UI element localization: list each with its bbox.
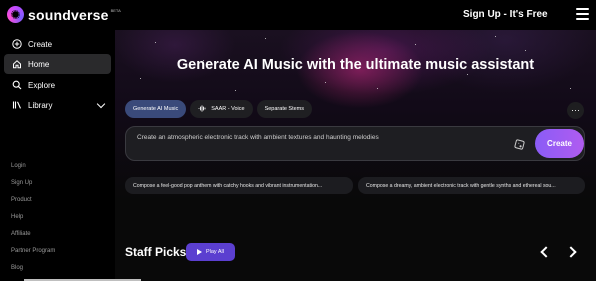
sidebar-item-create[interactable]: Create (4, 34, 111, 54)
top-bar: soundverse BETA Sign Up - It's Free (0, 0, 596, 30)
hamburger-icon[interactable] (576, 8, 589, 20)
tab-saar-voice[interactable]: SAAR - Voice (190, 100, 253, 118)
beta-badge: BETA (110, 8, 121, 13)
brand-logo[interactable]: soundverse BETA (7, 6, 121, 23)
footer-link-product[interactable]: Product (11, 197, 32, 203)
page-title: Generate AI Music with the ultimate musi… (176, 57, 535, 73)
library-icon (12, 100, 22, 110)
sidebar-item-label: Explore (28, 80, 56, 90)
tab-label: Separate Stems (264, 106, 305, 112)
suggestion-chip[interactable]: Compose a dreamy, ambient electronic tra… (358, 177, 585, 194)
footer-link-signup[interactable]: Sign Up (11, 180, 32, 186)
suggestion-chip[interactable]: Compose a feel-good pop anthem with catc… (125, 177, 353, 194)
play-all-label: Play All (205, 249, 225, 255)
sidebar-item-library[interactable]: Library (4, 95, 111, 115)
sidebar-item-label: Library (28, 100, 53, 110)
logo-mark-icon (7, 6, 24, 23)
waveform-icon (198, 104, 206, 114)
brand-name: soundverse (28, 6, 109, 23)
footer-link-blog[interactable]: Blog (11, 265, 23, 271)
footer-link-partner-program[interactable]: Partner Program (11, 248, 55, 254)
play-all-button[interactable]: Play All (186, 243, 235, 261)
chevron-down-icon[interactable] (96, 99, 106, 109)
footer-link-login[interactable]: Login (11, 163, 26, 169)
more-options-button[interactable]: ··· (567, 102, 584, 119)
main-content: Generate AI Music with the ultimate musi… (115, 30, 596, 281)
tab-generate-ai-music[interactable]: Generate AI Music (125, 100, 187, 118)
plus-circle-icon (12, 39, 22, 49)
sidebar: Create Home Explore Library Login Sign U… (0, 30, 115, 281)
sidebar-item-label: Create (28, 39, 53, 49)
tab-label: Generate AI Music (133, 106, 179, 112)
prompt-input[interactable]: Create an atmospheric electronic track w… (137, 134, 379, 141)
signup-link[interactable]: Sign Up - It's Free (463, 9, 548, 20)
section-title: Staff Picks (125, 245, 187, 259)
prompt-box[interactable]: Create an atmospheric electronic track w… (125, 126, 585, 161)
create-button[interactable]: Create (535, 129, 584, 158)
home-icon (12, 59, 22, 69)
mode-tabs: Generate AI Music SAAR - Voice Separate … (125, 100, 313, 118)
play-icon (196, 249, 202, 255)
tab-label: SAAR - Voice (211, 106, 245, 112)
chevron-left-icon[interactable] (540, 246, 552, 258)
tab-separate-stems[interactable]: Separate Stems (256, 100, 313, 118)
sidebar-item-explore[interactable]: Explore (4, 75, 111, 95)
sidebar-item-label: Home (28, 59, 50, 69)
footer-link-affiliate[interactable]: Affiliate (11, 231, 31, 237)
chevron-right-icon[interactable] (565, 246, 577, 258)
dice-icon[interactable] (513, 138, 526, 151)
sidebar-item-home[interactable]: Home (4, 54, 111, 74)
search-icon (12, 80, 22, 90)
footer-link-help[interactable]: Help (11, 214, 23, 220)
